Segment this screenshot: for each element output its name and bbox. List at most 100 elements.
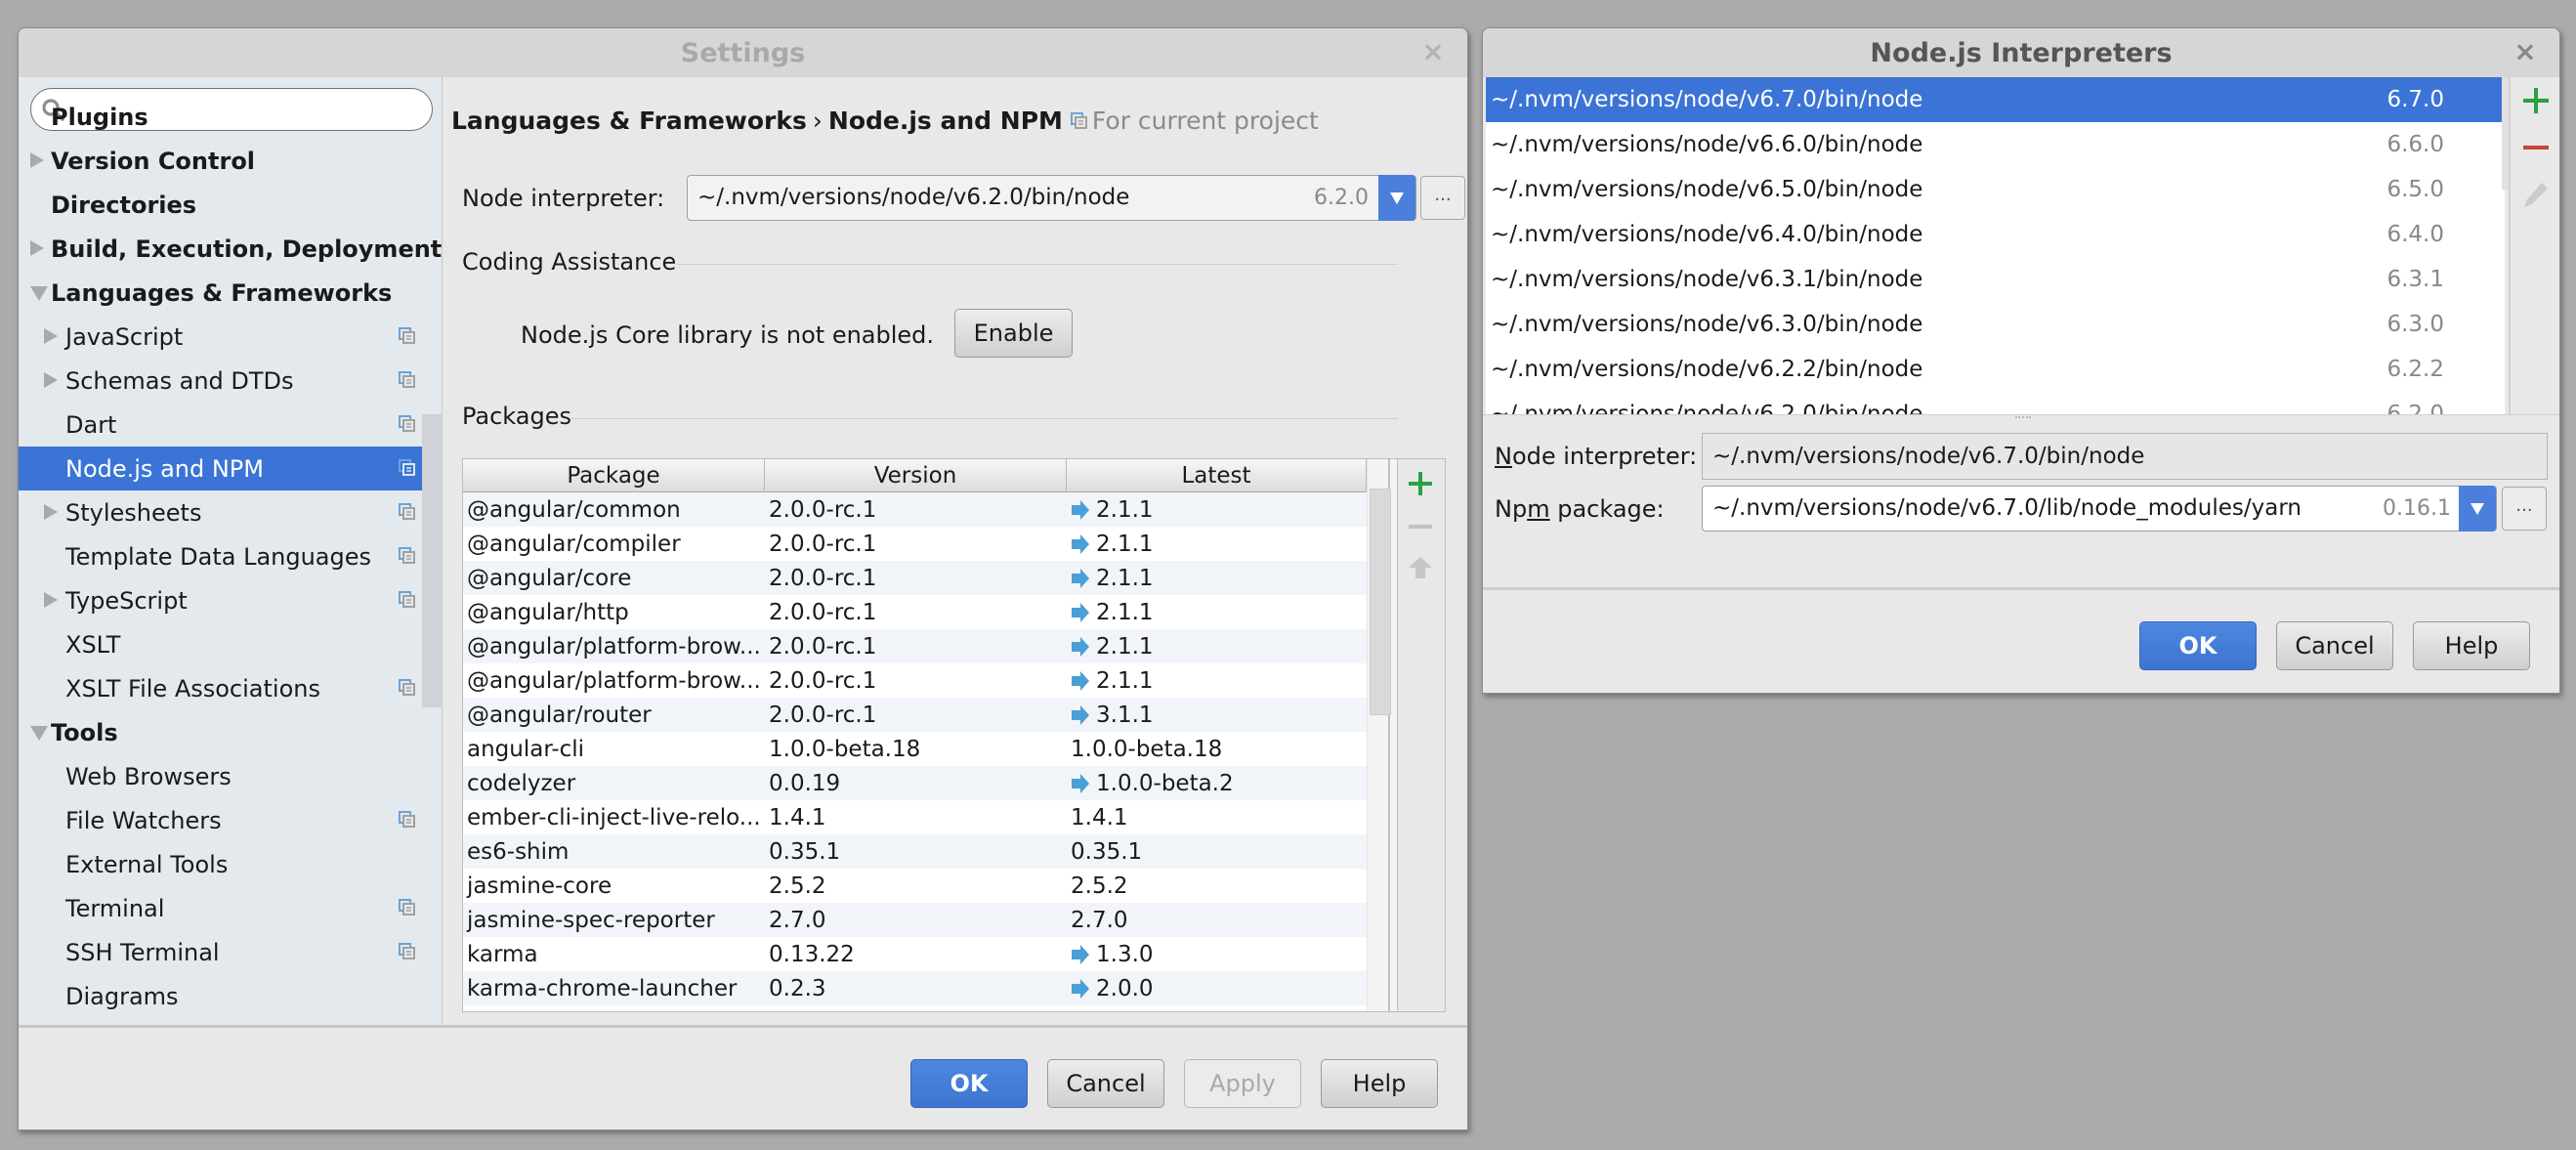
package-row[interactable]: @angular/platform-brow... 2.0.0-rc.1 2.1.1 bbox=[463, 629, 1367, 663]
add-interpreter-plus-icon[interactable] bbox=[2522, 87, 2550, 114]
sidebar-item[interactable]: Dart bbox=[19, 403, 442, 447]
package-name: @angular/http bbox=[467, 599, 629, 625]
sidebar-item[interactable]: JavaScript bbox=[19, 315, 442, 359]
sidebar-item[interactable]: Diagrams bbox=[19, 974, 442, 1018]
interpreters-help-button[interactable]: Help bbox=[2413, 621, 2530, 670]
sidebar-item[interactable]: XSLT bbox=[19, 622, 442, 666]
package-version: 0.35.1 bbox=[769, 838, 841, 865]
expanded-arrow-icon[interactable] bbox=[30, 726, 48, 741]
settings-ok-button[interactable]: OK bbox=[910, 1059, 1028, 1108]
settings-apply-button[interactable]: Apply bbox=[1184, 1059, 1301, 1108]
interpreter-list-item[interactable]: ~/.nvm/versions/node/v6.2.2/bin/node 6.2.… bbox=[1486, 347, 2505, 392]
list-splitter[interactable] bbox=[1483, 414, 2559, 422]
interp-node-interpreter-field[interactable]: ~/.nvm/versions/node/v6.7.0/bin/node bbox=[1702, 433, 2548, 480]
sidebar-item[interactable]: Terminal bbox=[19, 886, 442, 930]
interpreter-list-item[interactable]: ~/.nvm/versions/node/v6.5.0/bin/node 6.5.… bbox=[1486, 167, 2505, 212]
package-name: jasmine-spec-reporter bbox=[467, 907, 715, 933]
package-row[interactable]: jasmine-core 2.5.2 2.5.2 bbox=[463, 869, 1367, 903]
package-row[interactable]: @angular/platform-brow... 2.0.0-rc.1 2.1.1 bbox=[463, 663, 1367, 698]
enable-button-label: Enable bbox=[973, 319, 1054, 347]
npm-package-combo[interactable]: ~/.nvm/versions/node/v6.7.0/lib/node_mod… bbox=[1702, 486, 2497, 532]
sidebar-item[interactable]: Plugins bbox=[19, 95, 442, 139]
install-package-plus-icon[interactable] bbox=[1408, 471, 1433, 496]
package-row[interactable]: @angular/router 2.0.0-rc.1 3.1.1 bbox=[463, 698, 1367, 732]
sidebar-item[interactable]: XSLT File Associations bbox=[19, 666, 442, 710]
label-mnemonic: m bbox=[1527, 495, 1550, 523]
remove-interpreter-minus-icon[interactable] bbox=[2522, 134, 2550, 161]
sidebar-item[interactable]: File Watchers bbox=[19, 798, 442, 842]
package-row[interactable]: @angular/core 2.0.0-rc.1 2.1.1 bbox=[463, 561, 1367, 595]
collapsed-arrow-icon[interactable] bbox=[30, 240, 44, 256]
node-interpreter-combo[interactable]: ~/.nvm/versions/node/v6.2.0/bin/node 6.2… bbox=[687, 175, 1416, 221]
upgrade-package-arrow-icon[interactable] bbox=[1408, 555, 1433, 580]
settings-titlebar[interactable]: Settings × bbox=[19, 28, 1467, 77]
sidebar-item[interactable]: Tools bbox=[19, 710, 442, 754]
package-row[interactable]: @angular/compiler 2.0.0-rc.1 2.1.1 bbox=[463, 527, 1367, 561]
settings-help-button[interactable]: Help bbox=[1321, 1059, 1438, 1108]
package-row[interactable]: codelyzer 0.0.19 1.0.0-beta.2 bbox=[463, 766, 1367, 800]
interpreters-cancel-button[interactable]: Cancel bbox=[2276, 621, 2393, 670]
package-row[interactable]: angular-cli 1.0.0-beta.18 1.0.0-beta.18 bbox=[463, 732, 1367, 766]
column-header-package[interactable]: Package bbox=[463, 459, 765, 492]
collapsed-arrow-icon[interactable] bbox=[44, 372, 58, 388]
packages-scrollbar[interactable] bbox=[1367, 459, 1391, 1011]
collapsed-arrow-icon[interactable] bbox=[44, 328, 58, 344]
column-header-version[interactable]: Version bbox=[765, 459, 1067, 492]
package-row[interactable]: jasmine-spec-reporter 2.7.0 2.7.0 bbox=[463, 903, 1367, 937]
uninstall-package-minus-icon[interactable] bbox=[1408, 514, 1433, 539]
breadcrumb-parent[interactable]: Languages & Frameworks bbox=[451, 106, 807, 135]
upgrade-available-arrow-icon bbox=[1072, 602, 1089, 622]
sidebar-item[interactable]: Stylesheets bbox=[19, 490, 442, 534]
interpreter-list-item[interactable]: ~/.nvm/versions/node/v6.3.1/bin/node 6.3.… bbox=[1486, 257, 2505, 302]
expanded-arrow-icon[interactable] bbox=[30, 286, 48, 301]
collapsed-arrow-icon[interactable] bbox=[44, 504, 58, 520]
sidebar-item[interactable]: Template Data Languages bbox=[19, 534, 442, 578]
sidebar-item[interactable]: Node.js and NPM bbox=[19, 447, 442, 490]
node-interpreter-browse-button[interactable]: ... bbox=[1420, 176, 1465, 220]
package-row[interactable]: es6-shim 0.35.1 0.35.1 bbox=[463, 834, 1367, 869]
sidebar-item[interactable]: SSH Terminal bbox=[19, 930, 442, 974]
interpreters-titlebar[interactable]: Node.js Interpreters × bbox=[1483, 28, 2559, 77]
upgrade-available-arrow-icon bbox=[1072, 978, 1089, 999]
package-row[interactable]: @angular/http 2.0.0-rc.1 2.1.1 bbox=[463, 595, 1367, 629]
latest-version-text: 2.5.2 bbox=[1071, 873, 1128, 899]
package-latest: 2.0.0 bbox=[1067, 976, 1367, 1001]
interpreters-title: Node.js Interpreters bbox=[1870, 37, 2173, 68]
package-row[interactable]: karma-chrome-launcher 0.2.3 2.0.0 bbox=[463, 971, 1367, 1005]
interpreter-list-item[interactable]: ~/.nvm/versions/node/v6.2.0/bin/node 6.2.… bbox=[1486, 392, 2505, 414]
package-latest: 2.1.1 bbox=[1067, 600, 1367, 625]
chevron-down-icon[interactable] bbox=[2459, 486, 2496, 532]
enable-core-library-button[interactable]: Enable bbox=[954, 309, 1073, 358]
sidebar-item[interactable]: Build, Execution, Deployment bbox=[19, 227, 442, 271]
settings-cancel-button[interactable]: Cancel bbox=[1047, 1059, 1164, 1108]
interpreter-list-item[interactable]: ~/.nvm/versions/node/v6.7.0/bin/node 6.7.… bbox=[1486, 77, 2505, 122]
package-row[interactable]: @angular/common 2.0.0-rc.1 2.1.1 bbox=[463, 492, 1367, 527]
interpreters-close-button[interactable]: × bbox=[2511, 37, 2540, 66]
collapsed-arrow-icon[interactable] bbox=[44, 592, 58, 608]
splitter-grip[interactable] bbox=[2015, 416, 2031, 419]
breadcrumb-separator: › bbox=[812, 106, 823, 135]
package-row[interactable]: ember-cli-inject-live-relo... 1.4.1 1.4.1 bbox=[463, 800, 1367, 834]
sidebar-scrollbar[interactable] bbox=[422, 414, 442, 707]
interpreter-list-item[interactable]: ~/.nvm/versions/node/v6.4.0/bin/node 6.4.… bbox=[1486, 212, 2505, 257]
column-header-latest[interactable]: Latest bbox=[1067, 459, 1367, 492]
package-row[interactable]: karma 0.13.22 1.3.0 bbox=[463, 937, 1367, 971]
sidebar-item[interactable]: Schemas and DTDs bbox=[19, 359, 442, 403]
sidebar-item[interactable]: Directories bbox=[19, 183, 442, 227]
package-version: 2.0.0-rc.1 bbox=[769, 531, 877, 557]
sidebar-item-label: Terminal bbox=[65, 894, 165, 922]
packages-scrollbar-thumb[interactable] bbox=[1370, 489, 1391, 715]
sidebar-item[interactable]: External Tools bbox=[19, 842, 442, 886]
chevron-down-icon[interactable] bbox=[1378, 175, 1415, 221]
interpreter-list-item[interactable]: ~/.nvm/versions/node/v6.6.0/bin/node 6.6.… bbox=[1486, 122, 2505, 167]
sidebar-item[interactable]: Languages & Frameworks bbox=[19, 271, 442, 315]
interpreters-ok-button[interactable]: OK bbox=[2139, 621, 2257, 670]
npm-package-browse-button[interactable]: ... bbox=[2502, 487, 2547, 531]
sidebar-item[interactable]: Version Control bbox=[19, 139, 442, 183]
edit-interpreter-pencil-icon[interactable] bbox=[2522, 181, 2550, 208]
sidebar-item[interactable]: TypeScript bbox=[19, 578, 442, 622]
sidebar-item[interactable]: Web Browsers bbox=[19, 754, 442, 798]
collapsed-arrow-icon[interactable] bbox=[30, 152, 44, 168]
interpreter-list-item[interactable]: ~/.nvm/versions/node/v6.3.0/bin/node 6.3.… bbox=[1486, 302, 2505, 347]
settings-close-button[interactable]: × bbox=[1418, 37, 1448, 66]
